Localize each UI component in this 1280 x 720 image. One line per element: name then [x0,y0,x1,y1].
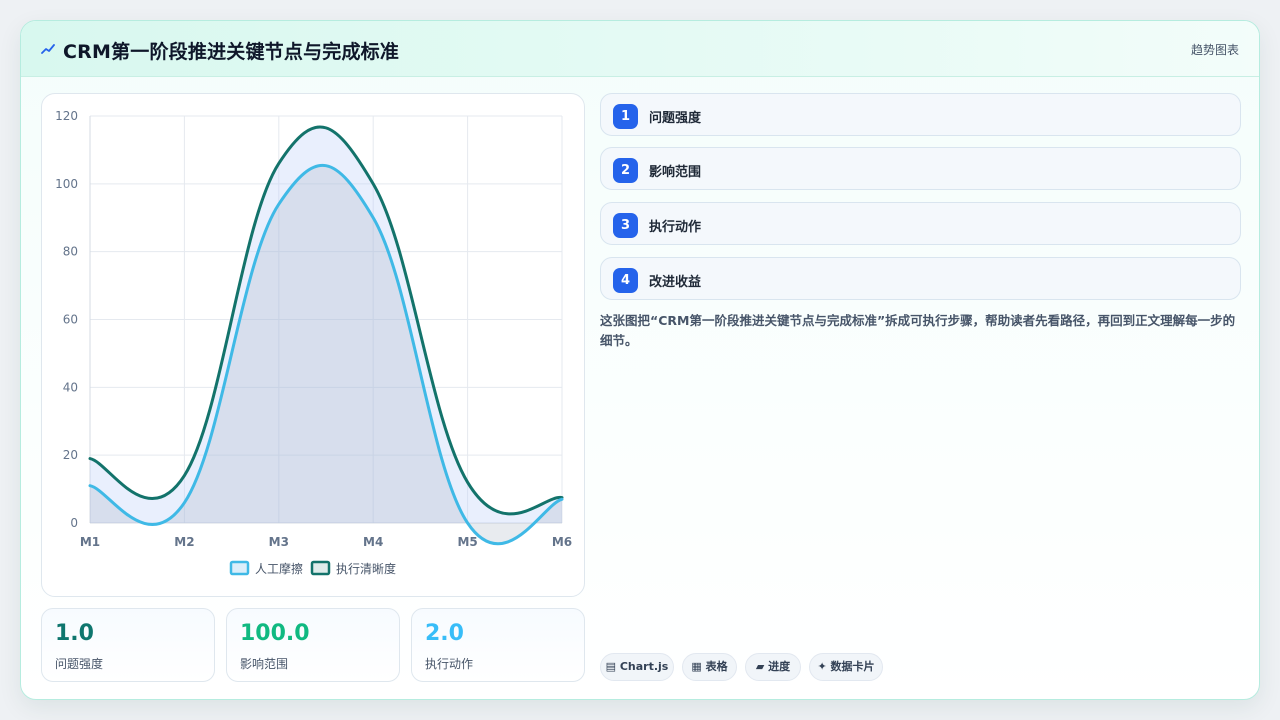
y-tick-label: 80 [63,245,78,259]
tag-chartjs[interactable]: ▤ Chart.js [600,653,674,681]
chart-type-tag: 趋势图表 [1190,43,1239,57]
y-tick-label: 60 [63,313,78,327]
x-tick-label: M2 [174,535,194,549]
series-area-1 [90,165,562,544]
stat-value: 100.0 [240,621,310,646]
chart-description: 这张图把“CRM第一阶段推进关键节点与完成标准”拆成可执行步骤，帮助读者先看路径… [600,313,1236,348]
legend-swatch-1 [229,560,250,576]
legend-label-1: 人工摩擦 [255,561,303,576]
stat-value: 1.0 [55,621,94,646]
step-item-3[interactable]: 3 执行动作 [600,202,1241,245]
step-item-1[interactable]: 1 问题强度 [600,93,1241,136]
step-number: 4 [613,268,638,293]
x-tick-label: M1 [80,535,100,549]
page-title: CRM第一阶段推进关键节点与完成标准 [63,41,400,63]
legend-label-2: 执行清晰度 [336,561,396,576]
step-item-4[interactable]: 4 改进收益 [600,257,1241,300]
step-number: 1 [613,104,638,129]
step-number: 3 [613,213,638,238]
y-tick-label: 0 [70,516,78,530]
stat-value: 2.0 [425,621,464,646]
x-tick-label: M3 [269,535,289,549]
main-card: CRM第一阶段推进关键节点与完成标准 趋势图表 0 20 40 60 80 100 120 M… [20,20,1260,700]
tag-progress[interactable]: ▰ 进度 [745,653,801,681]
step-number: 2 [613,158,638,183]
chart-panel: 0 20 40 60 80 100 120 M1 M2 M3 M4 M5 M6 人工摩擦 执行清晰度 [41,93,585,597]
step-label: 执行动作 [649,220,702,235]
step-label: 影响范围 [649,165,702,180]
stat-card-1: 1.0 问题强度 [41,608,215,682]
y-tick-label: 20 [63,448,78,462]
y-tick-label: 40 [63,380,78,394]
stat-label: 执行动作 [425,657,474,671]
x-tick-label: M6 [552,535,572,549]
tag-table[interactable]: ▦ 表格 [682,653,737,681]
x-tick-label: M5 [457,535,477,549]
card-header: CRM第一阶段推进关键节点与完成标准 趋势图表 [21,21,1259,77]
stat-card-2: 100.0 影响范围 [226,608,400,682]
y-tick-label: 120 [55,109,78,123]
stat-label: 问题强度 [55,657,104,671]
stat-card-3: 2.0 执行动作 [411,608,585,682]
legend-swatch-2 [310,560,331,576]
step-label: 改进收益 [649,275,702,290]
step-item-2[interactable]: 2 影响范围 [600,147,1241,190]
x-tick-label: M4 [363,535,383,549]
stat-label: 影响范围 [240,657,289,671]
trend-icon [41,44,55,54]
step-label: 问题强度 [649,111,702,126]
y-tick-label: 100 [55,177,78,191]
tag-data-card[interactable]: ✦ 数据卡片 [809,653,883,681]
area-chart: 0 20 40 60 80 100 120 M1 M2 M3 M4 M5 M6 人工摩擦 执行清晰度 [55,109,572,576]
